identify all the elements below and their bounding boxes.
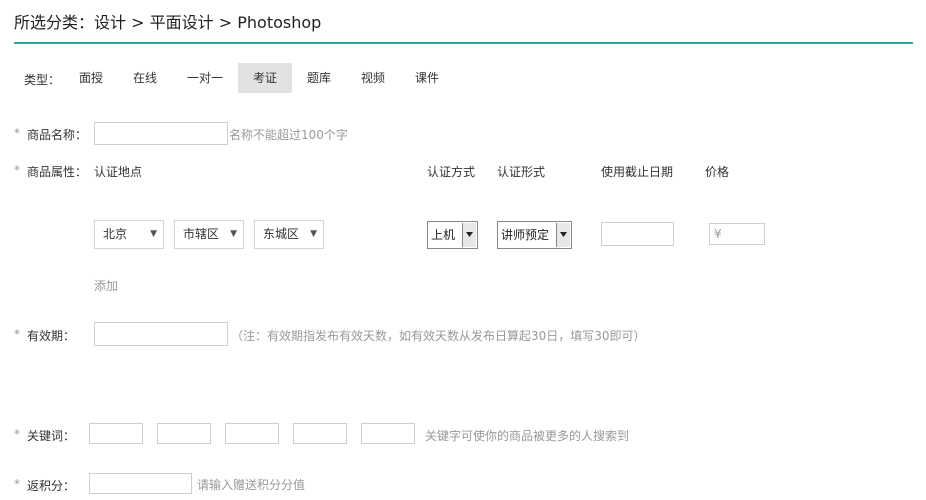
product-attributes-label: 商品属性： [27,165,88,179]
breadcrumb-item-design[interactable]: 设计 [94,13,126,32]
keyword-input-1[interactable] [89,423,143,444]
keyword-input-3[interactable] [225,423,279,444]
keywords-hint: 关键字可使你的商品被更多的人搜索到 [425,429,630,443]
breadcrumb-prefix: 所选分类： [14,13,95,32]
chevron-down-icon: ▼ [310,229,317,239]
tab-certification[interactable]: 考证 [238,63,292,93]
add-attribute-link[interactable]: 添加 [94,277,118,294]
breadcrumb-item-photoshop[interactable]: Photoshop [237,13,321,32]
required-mark: * [14,126,20,140]
keyword-input-5[interactable] [361,423,415,444]
tab-courseware[interactable]: 课件 [406,63,448,93]
keyword-input-2[interactable] [157,423,211,444]
keywords-label: 关键词： [27,429,76,443]
points-placeholder-hint: 请输入赠送积分分值 [197,478,306,492]
breadcrumb-separator: > [218,13,233,32]
product-name-input[interactable] [94,122,228,145]
form-select[interactable]: 讲师预定 [497,221,572,249]
keyword-input-4[interactable] [293,423,347,444]
province-select[interactable]: 北京 ▼ [94,220,164,249]
district-select[interactable]: 东城区 ▼ [254,220,324,249]
header-divider [14,42,913,44]
points-label: 返积分： [27,479,76,493]
product-name-hint: 名称不能超过100个字 [229,128,348,142]
validity-label: 有效期： [27,329,76,343]
tab-video[interactable]: 视频 [352,63,394,93]
required-mark: * [14,427,20,441]
price-field[interactable]: ¥ [709,223,765,245]
method-value: 上机 [431,228,456,242]
required-mark: * [14,163,20,177]
district-value: 东城区 [263,227,300,241]
column-method-header: 认证方式 [427,165,476,179]
required-mark: * [14,477,20,491]
validity-input[interactable] [94,322,228,346]
column-deadline-header: 使用截止日期 [601,165,674,179]
city-select[interactable]: 市辖区 ▼ [174,220,244,249]
points-input[interactable] [89,473,192,494]
tab-face-to-face[interactable]: 面授 [70,63,112,93]
method-select[interactable]: 上机 [427,221,478,249]
breadcrumb-item-graphic-design[interactable]: 平面设计 [150,13,214,32]
tab-online[interactable]: 在线 [124,63,166,93]
type-label: 类型： [24,73,61,87]
product-name-label: 商品名称： [27,128,88,142]
caret-down-icon [560,232,567,237]
breadcrumb-separator: > [131,13,145,32]
dropdown-button[interactable] [462,223,476,247]
breadcrumb: 所选分类：设计 > 平面设计 > Photoshop [14,9,321,33]
city-value: 市辖区 [183,227,220,241]
tab-one-on-one[interactable]: 一对一 [178,63,232,93]
caret-down-icon [466,232,473,237]
deadline-input[interactable] [601,222,674,246]
province-value: 北京 [103,227,128,241]
chevron-down-icon: ▼ [150,229,157,239]
column-form-header: 认证形式 [497,165,546,179]
column-price-header: 价格 [705,165,730,179]
tab-question-bank[interactable]: 题库 [298,63,340,93]
form-value: 讲师预定 [501,228,550,242]
required-mark: * [14,327,20,341]
dropdown-button[interactable] [556,223,570,247]
validity-hint: （注：有效期指发布有效天数，如有效天数从发布日算起30日，填写30即可） [231,329,646,343]
currency-symbol: ¥ [714,227,722,241]
chevron-down-icon: ▼ [230,229,237,239]
column-location-header: 认证地点 [94,165,143,179]
